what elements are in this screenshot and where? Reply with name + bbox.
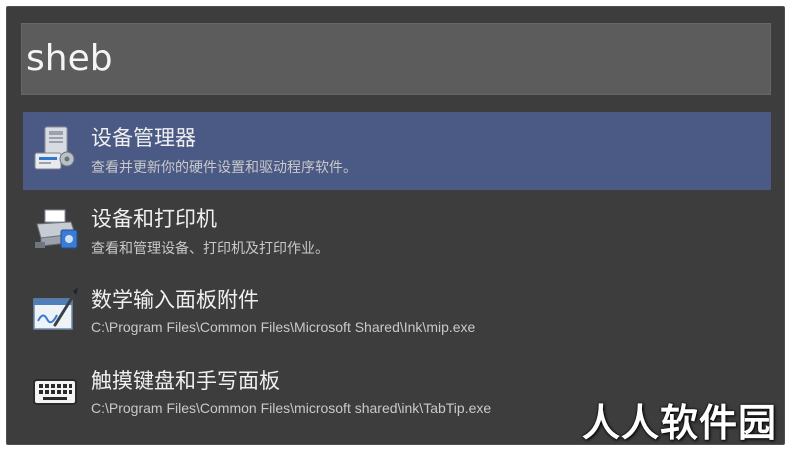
keyboard-icon (31, 366, 81, 416)
result-title: 触摸键盘和手写面板 (91, 369, 280, 393)
launcher-window: sheb 设备管理器 查看并更新你的硬件设置和驱动程序软件。 设备和打印机 查看… (6, 6, 785, 445)
results-list: 设备管理器 查看并更新你的硬件设置和驱动程序软件。 设备和打印机 查看和管理设备… (23, 112, 771, 436)
result-item-devices-printers[interactable]: 设备和打印机 查看和管理设备、打印机及打印作业。 (23, 193, 771, 271)
result-title: 设备和打印机 (91, 207, 217, 231)
device-manager-icon (31, 123, 81, 173)
result-title: 设备管理器 (91, 126, 196, 150)
watermark-text: 人人软件园 (581, 401, 777, 445)
result-subtitle: 查看和管理设备、打印机及打印作业。 (91, 240, 329, 256)
search-input[interactable]: sheb (21, 23, 771, 95)
result-subtitle: 查看并更新你的硬件设置和驱动程序软件。 (91, 159, 357, 175)
math-input-panel-icon (31, 285, 81, 335)
result-title: 数学输入面板附件 (91, 288, 259, 312)
result-item-device-manager[interactable]: 设备管理器 查看并更新你的硬件设置和驱动程序软件。 (23, 112, 771, 190)
result-subtitle: C:\Program Files\Common Files\Microsoft … (91, 319, 476, 335)
printer-icon (31, 204, 81, 254)
result-item-math-input-panel[interactable]: 数学输入面板附件 C:\Program Files\Common Files\M… (23, 274, 771, 352)
result-subtitle: C:\Program Files\Common Files\microsoft … (91, 400, 492, 416)
